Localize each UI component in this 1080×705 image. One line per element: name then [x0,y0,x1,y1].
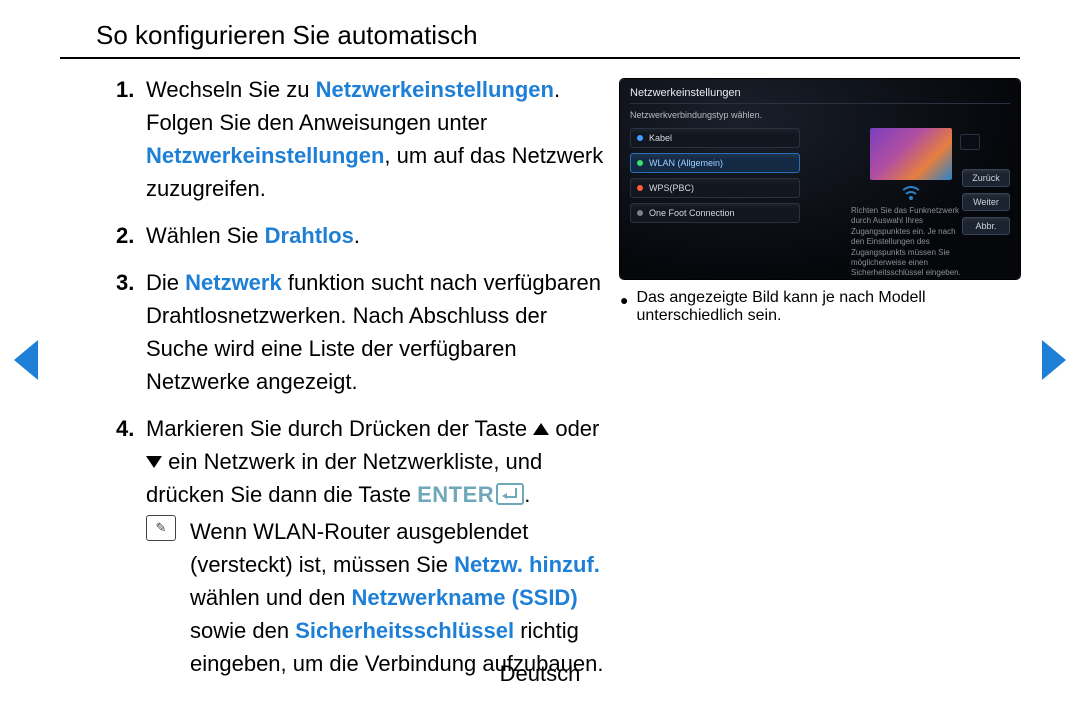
link-drahtlos: Drahtlos [265,223,354,248]
step2-text: Wählen Sie [146,223,265,248]
tv-option-label: One Foot Connection [649,208,735,218]
tv-cancel-button[interactable]: Abbr. [962,217,1010,235]
enter-label: ENTER [417,482,494,507]
link-netzwerkeinstellungen-1: Netzwerkeinstellungen [316,77,554,102]
step4-text2: oder [549,416,599,441]
enter-icon [496,483,524,505]
nav-prev-arrow[interactable] [14,340,38,380]
dot-icon [637,135,643,141]
tv-option-label: WPS(PBC) [649,183,694,193]
dot-icon [637,210,643,216]
nav-next-arrow[interactable] [1042,340,1066,380]
step1-text: Wechseln Sie zu [146,77,316,102]
page-title: So konfigurieren Sie automatisch [60,20,1020,59]
tv-screenshot: Netzwerkeinstellungen Netzwerkverbindung… [620,79,1020,279]
screenshot-caption: ● Das angezeigte Bild kann je nach Model… [620,289,1020,325]
bullet-icon: ● [620,289,628,325]
tv-option-label: Kabel [649,133,672,143]
link-netzw-hinzuf: Netzw. hinzuf. [454,552,600,577]
tv-desc: Richten Sie das Funknetzwerk durch Auswa… [851,206,971,279]
link-netzwerk: Netzwerk [185,270,282,295]
tv-option-wlan[interactable]: WLAN (Allgemein) [630,153,800,173]
step-1: Wechseln Sie zu Netzwerkeinstellungen. F… [116,73,612,205]
caption-text: Das angezeigte Bild kann je nach Modell … [636,289,1020,325]
link-sicherheitsschluessel: Sicherheitsschlüssel [295,618,514,643]
step-2: Wählen Sie Drahtlos. [116,219,612,252]
tv-title: Netzwerkeinstellungen [630,87,1010,104]
tv-back-button[interactable]: Zurück [962,169,1010,187]
note-text: Wenn WLAN-Router ausgeblendet (versteckt… [190,515,612,680]
wifi-icon [900,186,922,200]
arrow-up-icon [533,423,549,435]
link-netzwerkname-ssid: Netzwerkname (SSID) [351,585,577,610]
footer-language: Deutsch [0,661,1080,687]
tv-preview-thumb [870,128,952,180]
tv-next-button[interactable]: Weiter [962,193,1010,211]
tv-option-onefoot[interactable]: One Foot Connection [630,203,800,223]
dot-icon [637,160,643,166]
step4-text: Markieren Sie durch Drücken der Taste [146,416,533,441]
arrow-down-icon [146,456,162,468]
step-4: Markieren Sie durch Drücken der Taste od… [116,412,612,680]
tv-option-kabel[interactable]: Kabel [630,128,800,148]
note-t3: sowie den [190,618,295,643]
step2-text2: . [354,223,360,248]
tv-option-label: WLAN (Allgemein) [649,158,723,168]
link-netzwerkeinstellungen-2: Netzwerkeinstellungen [146,143,384,168]
step4-text4: . [524,482,530,507]
step-3: Die Netzwerk funktion sucht nach verfügb… [116,266,612,398]
note-icon: ✎ [146,515,176,541]
dot-icon [637,185,643,191]
tv-option-wps[interactable]: WPS(PBC) [630,178,800,198]
step3-text: Die [146,270,185,295]
note-t2: wählen und den [190,585,351,610]
tv-subtitle: Netzwerkverbindungstyp wählen. [630,110,1010,120]
